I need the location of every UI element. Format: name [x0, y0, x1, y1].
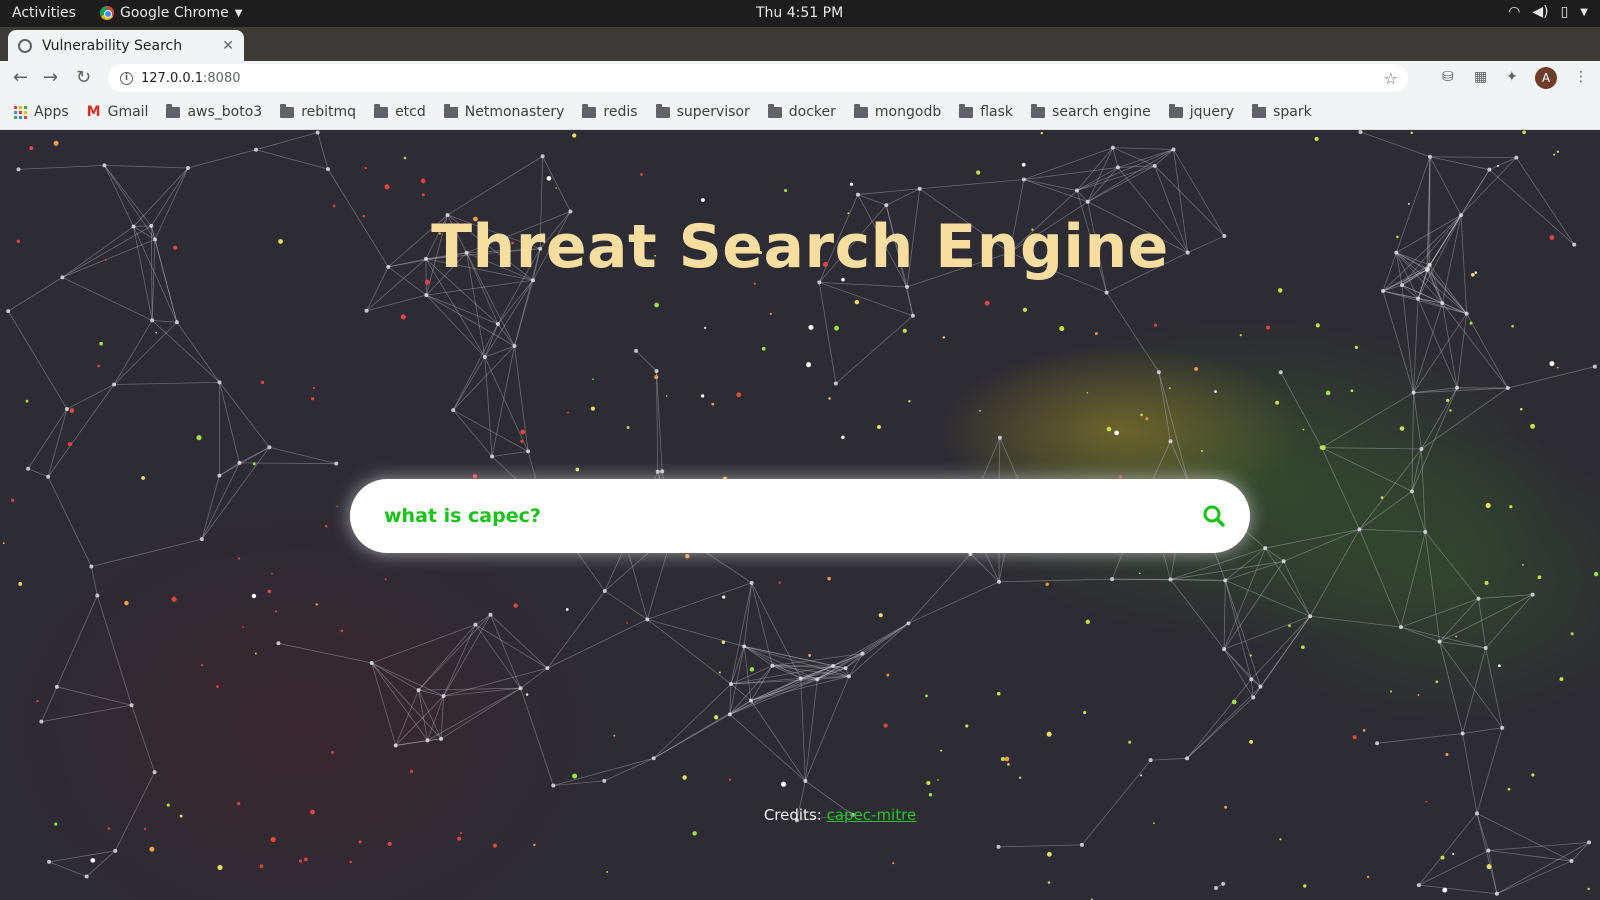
bookmark-folder[interactable]: search engine: [1031, 103, 1151, 120]
globe-icon: [18, 38, 32, 53]
bookmark-folder[interactable]: rebitmq: [280, 103, 357, 120]
folder-icon: [767, 103, 782, 118]
bookmark-label: etcd: [395, 104, 426, 120]
volume-icon[interactable]: ◀): [1532, 4, 1548, 22]
bookmark-gmail[interactable]: M Gmail: [87, 104, 149, 120]
page-content: Threat Search Engine Credits: capec-mitr…: [0, 130, 1600, 900]
folder-icon: [443, 103, 458, 118]
bookmark-label: Gmail: [107, 104, 149, 120]
clock[interactable]: Thu 4:51 PM: [756, 5, 843, 21]
bookmark-label: rebitmq: [301, 104, 357, 120]
caret-down-icon[interactable]: ▼: [1580, 4, 1588, 22]
app-menu[interactable]: Google Chrome ▼: [100, 5, 242, 21]
bookmark-folder[interactable]: Netmonastery: [443, 103, 565, 120]
info-icon[interactable]: i: [120, 71, 133, 85]
profile-avatar[interactable]: A: [1535, 67, 1557, 89]
gmail-icon: M: [86, 104, 101, 120]
credits-link[interactable]: capec-mitre: [827, 806, 917, 824]
bookmark-folder[interactable]: aws_boto3: [166, 103, 263, 120]
wifi-icon[interactable]: ◠: [1508, 4, 1520, 22]
folder-icon: [1031, 103, 1046, 118]
folder-icon: [166, 103, 181, 118]
search-icon[interactable]: [1202, 504, 1226, 528]
caret-down-icon: ▼: [234, 7, 243, 19]
bookmark-label: mongodb: [874, 104, 942, 120]
bookmark-folder[interactable]: docker: [767, 103, 836, 120]
back-arrow-icon[interactable]: ←: [13, 67, 28, 88]
system-top-bar: Activities Google Chrome ▼ Thu 4:51 PM ◠…: [0, 0, 1600, 27]
bookmarks-bar: Apps M Gmail aws_boto3 rebitmq etcd Netm…: [0, 95, 1600, 130]
bookmark-folder[interactable]: redis: [582, 103, 638, 120]
search-input[interactable]: [384, 505, 1202, 527]
bookmark-folder[interactable]: mongodb: [853, 103, 942, 120]
folder-icon: [959, 103, 974, 118]
bookmark-label: supervisor: [676, 104, 750, 120]
navigation-bar: ← → ↻ i 127.0.0.1:8080 ☆ ⛁ ▦ ✦ A ⋮: [0, 61, 1600, 95]
bookmark-label: Apps: [34, 104, 69, 120]
search-bar: [350, 479, 1250, 553]
bookmark-folder[interactable]: spark: [1252, 103, 1312, 120]
battery-icon[interactable]: ▯: [1561, 4, 1569, 22]
reload-icon[interactable]: ↻: [76, 67, 91, 88]
bookmark-folder[interactable]: flask: [959, 103, 1014, 120]
chrome-icon: [100, 6, 114, 20]
url-host: 127.0.0.1: [141, 70, 204, 86]
credits: Credits: capec-mitre: [0, 806, 1600, 824]
bookmark-label: flask: [980, 104, 1014, 120]
qr-code-icon[interactable]: ▦: [1474, 69, 1487, 85]
page-title: Threat Search Engine: [431, 212, 1169, 282]
tab-title: Vulnerability Search: [42, 37, 183, 54]
puzzle-extensions-icon[interactable]: ✦: [1506, 69, 1518, 85]
folder-icon: [374, 103, 389, 118]
bookmark-folder[interactable]: supervisor: [655, 103, 750, 120]
bookmark-folder[interactable]: jquery: [1168, 103, 1235, 120]
bookmark-label: search engine: [1052, 104, 1151, 120]
credits-label: Credits:: [763, 806, 822, 824]
bookmark-star-icon[interactable]: ☆: [1384, 69, 1398, 88]
tab-vulnerability-search[interactable]: Vulnerability Search ✕: [8, 30, 244, 61]
activities-button[interactable]: Activities: [12, 5, 76, 21]
bookmark-label: Netmonastery: [464, 104, 565, 120]
url-port: :8080: [203, 70, 241, 86]
bookmark-label: aws_boto3: [187, 104, 263, 120]
bookmark-label: jquery: [1189, 104, 1235, 120]
bookmark-label: spark: [1273, 104, 1312, 120]
forward-arrow-icon[interactable]: →: [43, 67, 58, 88]
address-bar[interactable]: i 127.0.0.1:8080 ☆: [108, 64, 1408, 92]
folder-icon: [582, 103, 597, 118]
bookmark-apps[interactable]: Apps: [14, 104, 69, 120]
folder-icon: [1252, 103, 1267, 118]
app-name: Google Chrome: [120, 5, 229, 21]
folder-icon: [1168, 103, 1183, 118]
folder-icon: [853, 103, 868, 118]
system-tray[interactable]: ◠ ◀) ▯ ▼: [1508, 4, 1588, 22]
tab-strip: Vulnerability Search ✕ + – □ ✕: [0, 27, 1600, 80]
bookmark-label: redis: [603, 104, 638, 120]
bookmark-folder[interactable]: etcd: [374, 103, 426, 120]
kebab-menu-icon[interactable]: ⋮: [1574, 69, 1588, 85]
folder-icon: [280, 103, 295, 118]
apps-grid-icon: [14, 105, 27, 119]
close-icon[interactable]: ✕: [222, 38, 234, 54]
bookmark-label: docker: [788, 104, 836, 120]
extension-icon[interactable]: ⛁: [1442, 69, 1454, 85]
folder-icon: [655, 103, 670, 118]
